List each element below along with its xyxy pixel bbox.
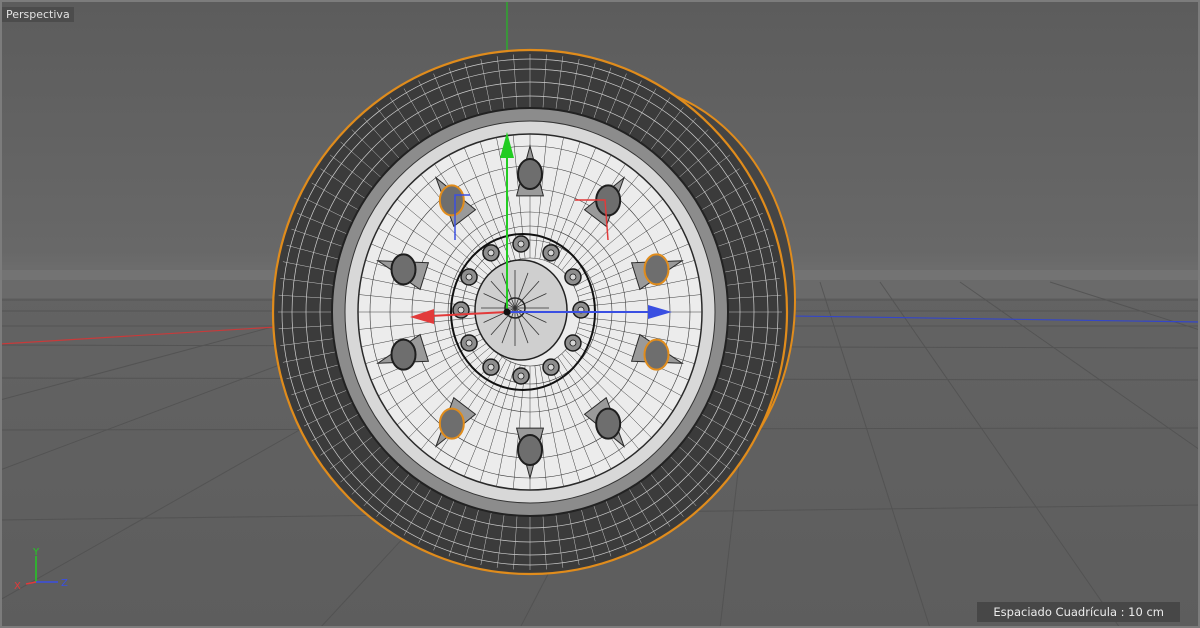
xy-plane-handle[interactable] — [575, 199, 609, 241]
z-axis-handle[interactable] — [648, 305, 672, 319]
zy-plane-handle[interactable] — [454, 194, 470, 240]
grid-spacing-readout: Espaciado Cuadrícula : 10 cm — [977, 602, 1180, 622]
gizmo-x-label: X — [14, 581, 21, 592]
gizmo-z-label: Z — [61, 578, 68, 589]
move-manipulator[interactable] — [0, 0, 1200, 628]
manipulator-origin[interactable] — [503, 308, 511, 316]
axis-gizmo: Y X Z — [14, 547, 68, 592]
viewport-camera-label[interactable]: Perspectiva — [2, 7, 74, 22]
gizmo-y-label: Y — [32, 547, 40, 558]
x-axis-handle[interactable] — [410, 309, 434, 324]
y-axis-handle[interactable] — [500, 132, 514, 158]
perspective-viewport[interactable]: Y X Z Perspectiva Espaciado Cuadrícula :… — [0, 0, 1200, 628]
